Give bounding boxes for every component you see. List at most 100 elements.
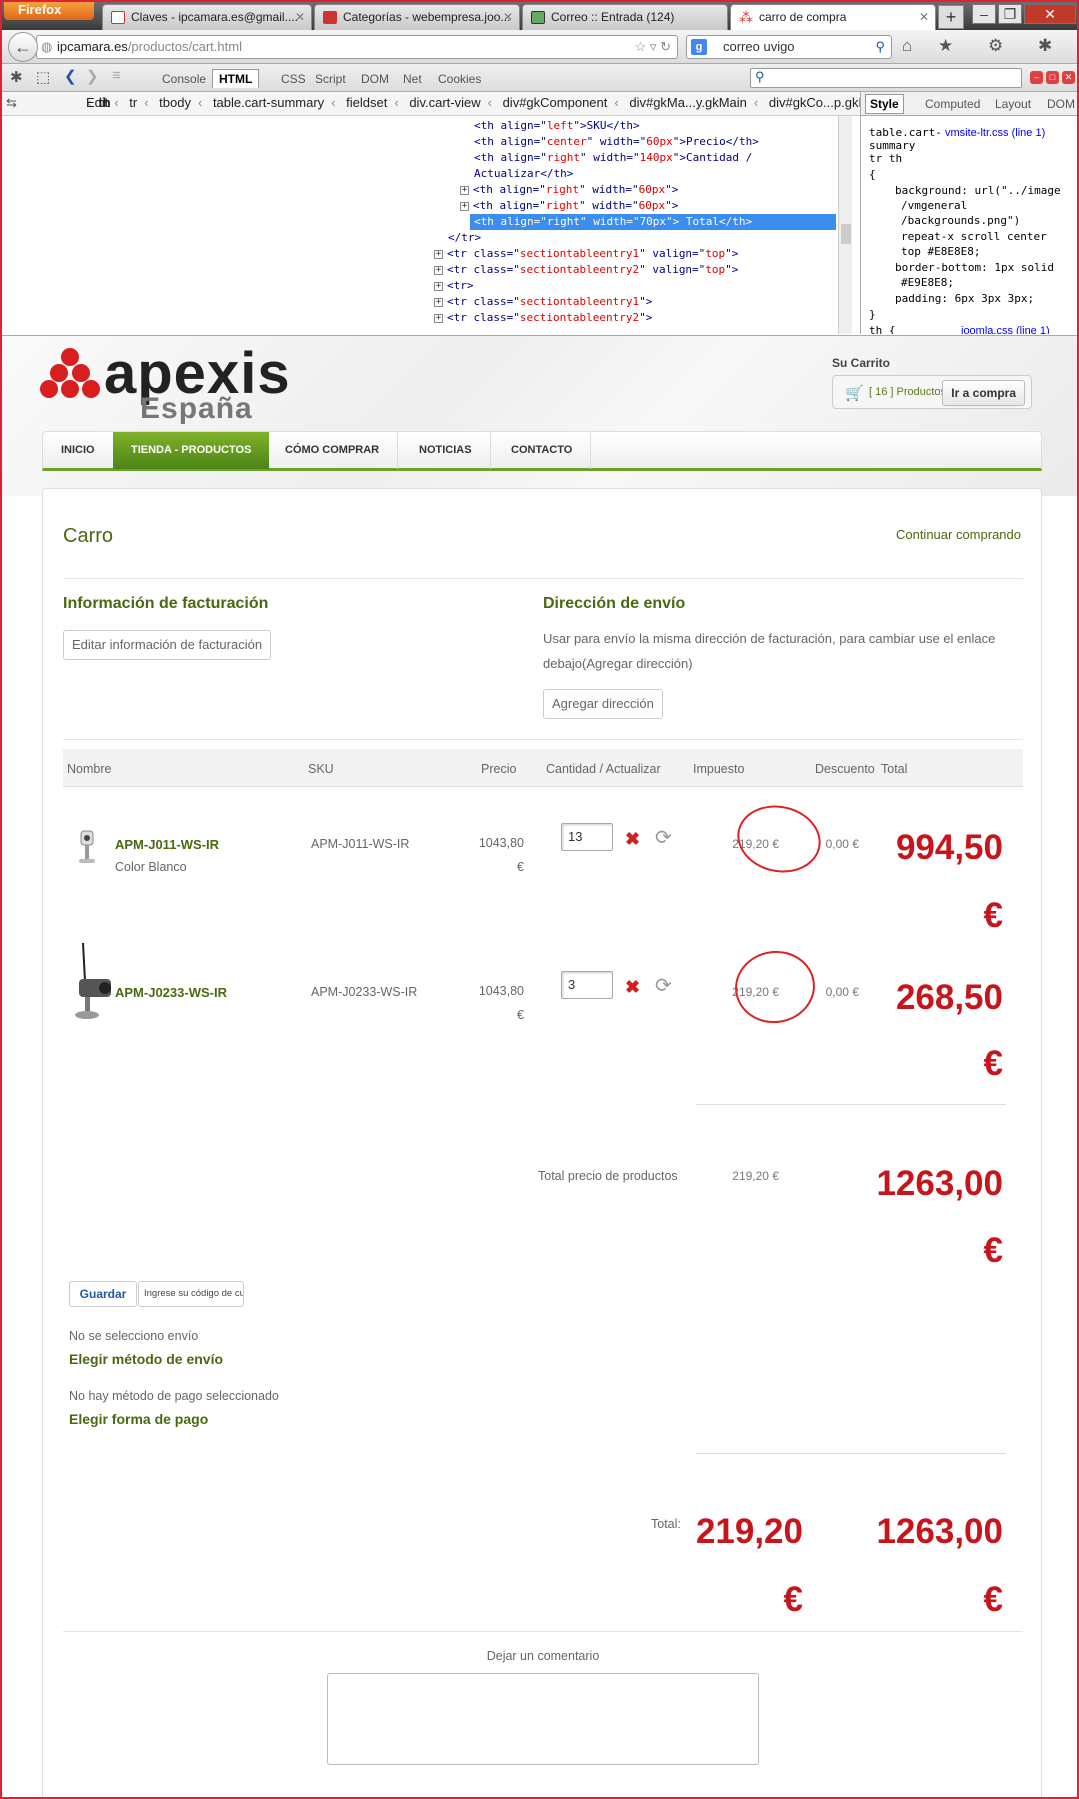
firebug-tab-script[interactable]: Script (315, 72, 346, 86)
menu-contacto[interactable]: CONTACTO (493, 432, 592, 469)
crumb-gkcomponent[interactable]: div#gkComponent (503, 95, 608, 110)
firebug-tab-console[interactable]: Console (162, 72, 206, 86)
minimize-button[interactable]: – (972, 4, 996, 24)
coupon-input[interactable]: Ingrese su código de cu (138, 1281, 244, 1307)
inspect-icon[interactable]: ⬚ (36, 68, 50, 86)
menu-inicio[interactable]: INICIO (43, 432, 114, 469)
crumb-gkmain[interactable]: div#gkMa...y.gkMain (629, 95, 747, 110)
crumb-tr[interactable]: tr (129, 95, 137, 110)
continue-shopping-link[interactable]: Continuar comprando (896, 527, 1021, 542)
firebug-search-input[interactable]: ⚲ (750, 68, 1022, 88)
html-line[interactable]: + <tr class="sectiontableentry1" valign="… (434, 246, 738, 262)
style-line: #E9E8E8; (901, 276, 954, 289)
close-icon[interactable]: ✕ (295, 10, 305, 24)
product-name[interactable]: APM-J0233-WS-IR (115, 985, 227, 1000)
html-line[interactable]: <th align="left">SKU</th> (474, 118, 640, 134)
html-line[interactable]: <th align="center" width="60px">Precio</… (474, 134, 759, 150)
stylesheet-link[interactable]: vmsite-ltr.css (line 1) (945, 126, 1045, 140)
list-icon[interactable]: ≡ (112, 67, 121, 84)
back-button[interactable]: ← (8, 32, 38, 62)
crumb-cart-view[interactable]: div.cart-view (409, 95, 480, 110)
total-tax-currency: € (783, 1580, 803, 1619)
forward-arrow-icon[interactable]: ❯ (86, 67, 99, 85)
menu-tienda[interactable]: TIENDA - PRODUCTOS (113, 432, 270, 469)
addon-icon[interactable]: ⚙ (988, 36, 1003, 56)
quantity-input[interactable]: 13 (561, 823, 613, 851)
refresh-icon[interactable]: ⟳ (655, 825, 672, 850)
style-tab-computed[interactable]: Computed (925, 97, 980, 111)
html-line-selected[interactable]: <th align="right" width="70px"> Total</t… (470, 214, 836, 230)
product-total: 268,50 (895, 978, 1003, 1017)
firebug-close-icon[interactable]: ✕ (1062, 71, 1075, 84)
firebug-detach-icon[interactable]: □ (1046, 71, 1059, 84)
tab-gmail[interactable]: Claves - ipcamara.es@gmail.... ✕ (102, 4, 312, 30)
edit-billing-button[interactable]: Editar información de facturación (63, 630, 272, 660)
crumb-tbody[interactable]: tbody (159, 95, 191, 110)
stylesheet-link[interactable]: joomla.css (line 1) (961, 324, 1050, 334)
menu-como-comprar[interactable]: CÓMO COMPRAR (267, 432, 399, 469)
search-box[interactable]: g correo uvigo ⚲ (686, 35, 892, 59)
cart-count[interactable]: [ 16 ] Productos (869, 386, 946, 398)
restore-button[interactable]: ❐ (998, 4, 1022, 24)
html-line[interactable]: Actualizar</th> (474, 166, 573, 182)
refresh-icon[interactable]: ⟳ (655, 973, 672, 998)
firebug-tab-cookies[interactable]: Cookies (438, 72, 481, 86)
product-name[interactable]: APM-J011-WS-IR (115, 837, 219, 852)
crumb-table[interactable]: table.cart-summary (213, 95, 324, 110)
address-bar[interactable]: ◍ ipcamara.es/productos/cart.html ☆ ▿ ↻ (36, 35, 678, 59)
new-tab-button[interactable]: + (938, 5, 964, 29)
firebug-tab-net[interactable]: Net (403, 72, 422, 86)
product-thumbnail[interactable] (69, 941, 115, 1031)
add-address-button[interactable]: Agregar dirección (543, 689, 663, 719)
firebug-icon[interactable]: ✱ (10, 68, 23, 86)
tab-correo[interactable]: Correo :: Entrada (124) (522, 4, 728, 30)
delete-icon[interactable]: ✖ (625, 977, 640, 998)
html-panel-scrollbar[interactable] (838, 116, 852, 334)
firebug-tab-html[interactable]: HTML (212, 69, 260, 88)
dropdown-icon[interactable]: ▿ (650, 39, 657, 54)
firebug-minimize-icon[interactable]: – (1030, 71, 1043, 84)
checkout-button[interactable]: Ir a compra (942, 380, 1025, 406)
product-price: 1043,80 (478, 836, 524, 850)
tab-carro[interactable]: ⁂ carro de compra ✕ (730, 4, 936, 30)
star-icon[interactable]: ☆ (635, 39, 647, 54)
menu-noticias[interactable]: NOTICIAS (401, 432, 491, 469)
expand-icon[interactable]: ⇆ (2, 92, 17, 114)
close-icon[interactable]: ✕ (503, 10, 513, 24)
crumb-gkcontent[interactable]: div#gkCo...p.gkMa (769, 95, 860, 110)
save-coupon-button[interactable]: Guardar (69, 1281, 137, 1307)
close-icon[interactable]: ✕ (919, 10, 929, 24)
tab-webempresa[interactable]: Categorías - webempresa.joo... ✕ (314, 4, 520, 30)
firebug-tab-dom[interactable]: DOM (361, 72, 389, 86)
html-line[interactable]: </tr> (448, 230, 481, 246)
html-line[interactable]: + <tr class="sectiontableentry2" valign="… (434, 262, 738, 278)
quantity-input[interactable]: 3 (561, 971, 613, 999)
style-tab-style[interactable]: Style (865, 94, 904, 114)
comment-textarea[interactable] (327, 1673, 759, 1765)
html-line[interactable]: + <th align="right" width="60px"> (460, 198, 678, 214)
edit-button[interactable]: Edit (82, 95, 116, 110)
firefox-menu-button[interactable]: Firefox (4, 2, 94, 20)
search-icon[interactable]: ⚲ (875, 36, 885, 58)
style-tab-dom[interactable]: DOM (1047, 97, 1075, 111)
style-tab-layout[interactable]: Layout (995, 97, 1031, 111)
shipping-none-text: No se selecciono envío (69, 1329, 199, 1343)
apexis-logo[interactable]: apexis España (40, 340, 320, 430)
choose-payment-link[interactable]: Elegir forma de pago (69, 1411, 208, 1427)
html-line[interactable]: + <tr> (434, 278, 474, 294)
reload-icon[interactable]: ↻ (660, 39, 671, 54)
close-window-button[interactable]: ✕ (1024, 4, 1076, 24)
delete-icon[interactable]: ✖ (625, 829, 640, 850)
html-line[interactable]: + <th align="right" width="60px"> (460, 182, 678, 198)
crumb-fieldset[interactable]: fieldset (346, 95, 387, 110)
bookmarks-icon[interactable]: ★ (938, 36, 953, 56)
html-line[interactable]: + <tr class="sectiontableentry1"> (434, 294, 652, 310)
product-thumbnail[interactable] (73, 829, 101, 869)
back-arrow-icon[interactable]: ❮ (64, 67, 77, 85)
html-line[interactable]: + <tr class="sectiontableentry2"> (434, 310, 652, 326)
firebug-tab-css[interactable]: CSS (281, 72, 306, 86)
html-line[interactable]: <th align="right" width="140px">Cantidad… (474, 150, 752, 166)
firebug-icon[interactable]: ✱ (1038, 36, 1052, 56)
choose-shipping-link[interactable]: Elegir método de envío (69, 1351, 223, 1367)
home-icon[interactable]: ⌂ (902, 36, 912, 56)
